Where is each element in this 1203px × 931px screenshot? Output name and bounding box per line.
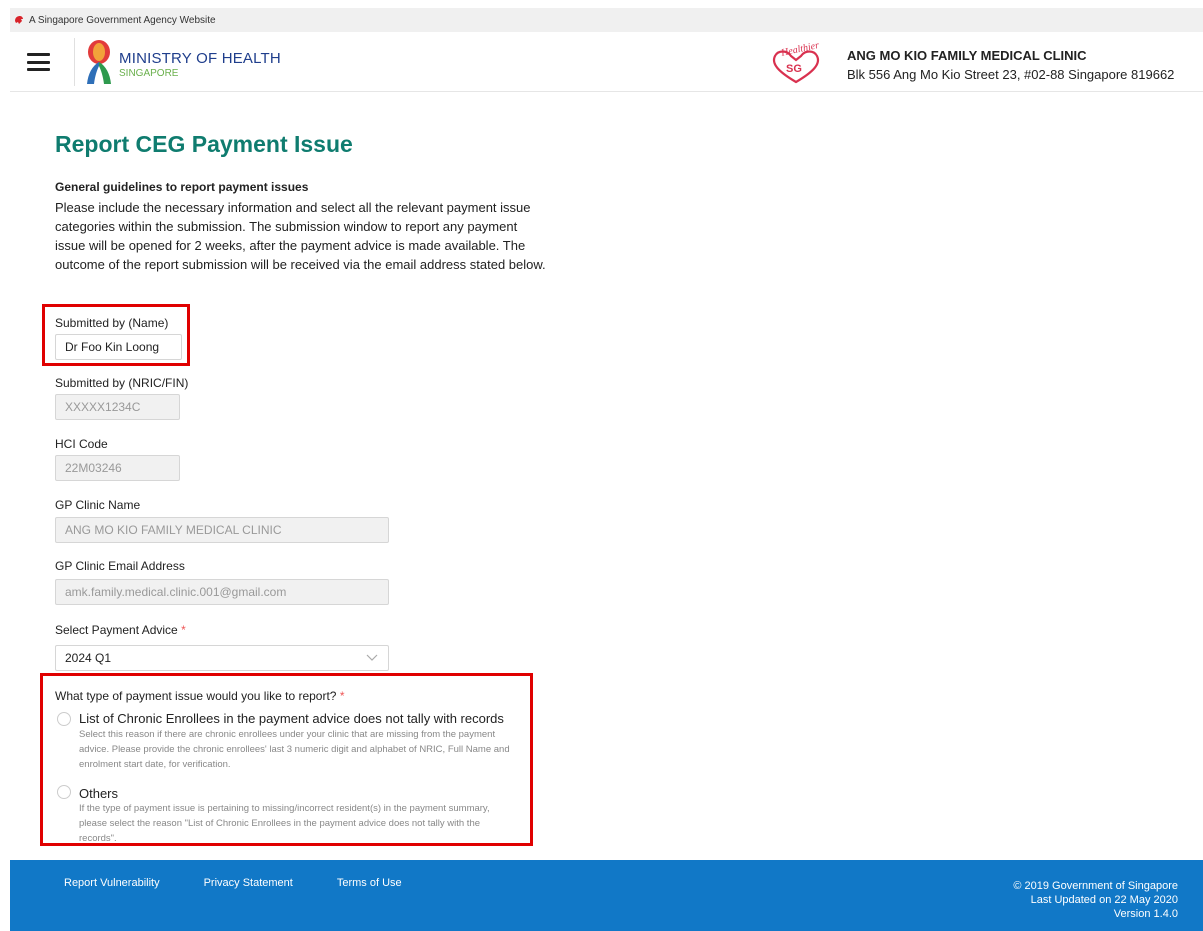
healthier-sg-logo: SG Healthier (772, 42, 820, 84)
last-updated: Last Updated on 22 May 2020 (1030, 894, 1178, 906)
option-title-others[interactable]: Others (79, 786, 118, 801)
hci-input: 22M03246 (55, 455, 180, 481)
required-asterisk: * (181, 623, 186, 637)
payment-advice-value: 2024 Q1 (65, 651, 112, 665)
clinic-address: Blk 556 Ang Mo Kio Street 23, #02-88 Sin… (847, 67, 1175, 82)
copyright: © 2019 Government of Singapore (1013, 880, 1178, 892)
guidelines-title: General guidelines to report payment iss… (55, 180, 309, 194)
footer-link-privacy-statement[interactable]: Privacy Statement (204, 877, 293, 889)
clinic-email-input-value: amk.family.medical.clinic.001@gmail.com (65, 585, 287, 599)
site-footer: Report Vulnerability Privacy Statement T… (10, 860, 1203, 931)
clinic-email-label: GP Clinic Email Address (55, 559, 185, 573)
option-desc-line: please select the reason "List of Chroni… (79, 818, 481, 829)
required-asterisk: * (339, 689, 345, 703)
site-header: MINISTRY OF HEALTH SINGAPORE SG Healthie… (10, 32, 1203, 92)
footer-links: Report Vulnerability Privacy Statement T… (64, 877, 446, 889)
version: Version 1.4.0 (1113, 908, 1178, 920)
svg-text:SG: SG (786, 63, 802, 75)
issue-type-label: What type of payment issue would you lik… (55, 689, 345, 703)
hci-label: HCI Code (55, 437, 108, 451)
page: A Singapore Government Agency Website MI… (0, 0, 1203, 931)
footer-meta: © 2019 Government of Singapore Last Upda… (1013, 879, 1178, 921)
radio-chronic-enrollees[interactable] (57, 712, 71, 726)
option-desc-line: advice. Please provide the chronic enrol… (79, 744, 510, 755)
option-desc-line: Select this reason if there are chronic … (79, 729, 496, 740)
name-label: Submitted by (Name) (55, 316, 169, 330)
payment-advice-label-text: Select Payment Advice (55, 623, 178, 637)
ministry-name-line1: MINISTRY OF HEALTH (119, 50, 281, 67)
page-title: Report CEG Payment Issue (55, 131, 353, 157)
nric-input: XXXXX1234C (55, 394, 180, 420)
clinic-name-input: ANG MO KIO FAMILY MEDICAL CLINIC (55, 517, 389, 543)
lion-head-icon (15, 16, 23, 24)
footer-link-terms-of-use[interactable]: Terms of Use (337, 877, 402, 889)
nric-input-value: XXXXX1234C (65, 400, 141, 414)
gov-masthead: A Singapore Government Agency Website (10, 8, 1203, 32)
menu-icon[interactable] (27, 53, 50, 71)
ministry-name-line2: SINGAPORE (119, 68, 179, 79)
option-desc-line: If the type of payment issue is pertaini… (79, 803, 490, 814)
footer-link-report-vulnerability[interactable]: Report Vulnerability (64, 877, 160, 889)
guidelines-text: Please include the necessary information… (55, 200, 546, 272)
ministry-name: MINISTRY OF HEALTH SINGAPORE (119, 50, 281, 79)
payment-advice-select[interactable]: 2024 Q1 (55, 645, 389, 671)
option-desc-chronic-enrollees: Select this reason if there are chronic … (79, 727, 510, 772)
clinic-name-label: GP Clinic Name (55, 498, 141, 512)
payment-advice-label: Select Payment Advice * (55, 623, 186, 637)
clinic-email-input: amk.family.medical.clinic.001@gmail.com (55, 579, 389, 605)
option-desc-line: records". (79, 833, 117, 844)
option-title-chronic-enrollees[interactable]: List of Chronic Enrollees in the payment… (79, 711, 504, 726)
nric-label: Submitted by (NRIC/FIN) (55, 376, 189, 390)
header-divider (74, 38, 75, 86)
masthead-text: A Singapore Government Agency Website (29, 14, 216, 26)
issue-type-label-text: What type of payment issue would you lik… (55, 689, 337, 703)
radio-others[interactable] (57, 785, 71, 799)
moh-logo[interactable] (82, 38, 116, 86)
hci-input-value: 22M03246 (65, 461, 122, 475)
option-desc-others: If the type of payment issue is pertaini… (79, 801, 490, 846)
chevron-down-icon (366, 654, 378, 661)
clinic-name: ANG MO KIO FAMILY MEDICAL CLINIC (847, 48, 1087, 63)
clinic-name-input-value: ANG MO KIO FAMILY MEDICAL CLINIC (65, 523, 282, 537)
option-desc-line: enrolment start date, for verification. (79, 759, 231, 770)
name-input[interactable]: Dr Foo Kin Loong (55, 334, 182, 360)
name-input-value: Dr Foo Kin Loong (65, 340, 160, 354)
clinic-info: ANG MO KIO FAMILY MEDICAL CLINIC Blk 556… (847, 48, 1174, 82)
